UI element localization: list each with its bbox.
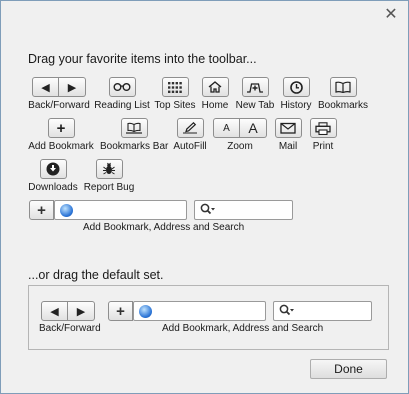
item-label: Back/Forward (28, 100, 90, 111)
item-print[interactable]: Print (308, 118, 338, 152)
close-icon[interactable]: ✕ (383, 7, 399, 23)
search-icon (200, 203, 216, 216)
default-set-heading: ...or drag the default set. (28, 268, 164, 282)
new-tab-icon (241, 77, 269, 97)
item-label: Downloads (28, 182, 78, 193)
item-label: Report Bug (83, 182, 135, 193)
done-button[interactable]: Done (310, 359, 387, 379)
pencil-icon (176, 118, 204, 138)
search-field (194, 200, 293, 220)
item-label: New Tab (235, 100, 275, 111)
item-autofill[interactable]: AutoFill (171, 118, 209, 152)
bug-icon (95, 159, 123, 179)
item-label: Print (312, 141, 334, 152)
add-bookmark-plus-icon: + (108, 301, 133, 321)
back-arrow-icon: ◀ (32, 77, 59, 97)
glasses-icon (108, 77, 136, 97)
item-label: History (280, 100, 312, 111)
address-field (54, 200, 187, 220)
item-add-bookmark[interactable]: + Add Bookmark (27, 118, 95, 152)
item-label: Bookmarks (317, 100, 368, 111)
customize-toolbar-dialog: ✕ Drag your favorite items into the tool… (0, 0, 409, 394)
zoom-out-icon: A (213, 118, 240, 138)
search-field (273, 301, 372, 321)
clock-icon (282, 77, 310, 97)
item-reading-list[interactable]: Reading List (94, 77, 150, 111)
item-report-bug[interactable]: Report Bug (83, 159, 135, 193)
default-address-search-label: Add Bookmark, Address and Search (162, 323, 324, 334)
book-icon (329, 77, 357, 97)
item-label: Top Sites (154, 100, 196, 111)
item-label: Add Bookmark (28, 141, 94, 152)
heading: Drag your favorite items into the toolba… (28, 52, 257, 66)
item-back-forward[interactable]: ◀ ▶ Back/Forward (28, 77, 90, 111)
item-label: Add Bookmark, Address and Search (83, 222, 245, 233)
printer-icon (309, 118, 337, 138)
forward-arrow-icon: ▶ (68, 301, 95, 321)
envelope-icon (274, 118, 302, 138)
zoom-in-icon: A (240, 118, 267, 138)
forward-arrow-icon: ▶ (59, 77, 86, 97)
default-back-forward-label: Back/Forward (39, 323, 101, 334)
default-set-group[interactable]: ◀ ▶ Back/Forward + Add Bookmark, Address… (28, 285, 389, 350)
item-history[interactable]: History (279, 77, 313, 111)
bookmarks-bar-icon (120, 118, 148, 138)
download-icon (39, 159, 67, 179)
item-label: Home (201, 100, 229, 111)
add-bookmark-plus-icon: + (29, 200, 54, 220)
globe-icon (139, 305, 152, 318)
item-label: Reading List (94, 100, 150, 111)
item-downloads[interactable]: Downloads (28, 159, 78, 193)
item-label: Zoom (227, 141, 253, 152)
default-back-forward: ◀ ▶ (41, 301, 95, 321)
grid-icon (161, 77, 189, 97)
item-zoom[interactable]: A A Zoom (213, 118, 267, 152)
search-icon (279, 304, 295, 317)
item-bookmarks-bar[interactable]: Bookmarks Bar (100, 118, 168, 152)
item-new-tab[interactable]: New Tab (234, 77, 276, 111)
item-bookmarks[interactable]: Bookmarks (316, 77, 370, 111)
item-label: AutoFill (173, 141, 207, 152)
item-label: Mail (278, 141, 298, 152)
home-icon (201, 77, 229, 97)
item-top-sites[interactable]: Top Sites (153, 77, 197, 111)
item-label: Bookmarks Bar (100, 141, 169, 152)
address-field (133, 301, 266, 321)
globe-icon (60, 204, 73, 217)
back-arrow-icon: ◀ (41, 301, 68, 321)
item-mail[interactable]: Mail (273, 118, 303, 152)
plus-icon: + (47, 118, 75, 138)
item-home[interactable]: Home (199, 77, 231, 111)
